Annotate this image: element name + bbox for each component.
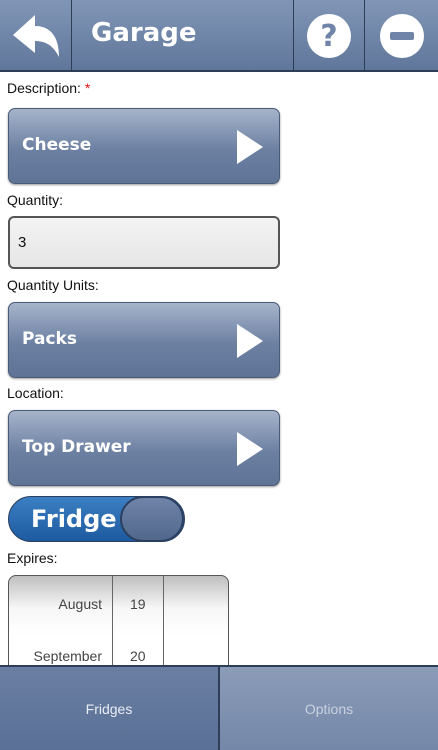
day-option[interactable]: 20: [130, 648, 146, 664]
help-button[interactable]: ?: [293, 0, 365, 72]
quantity-input[interactable]: 3: [8, 216, 280, 269]
fridge-toggle-label: Fridge: [31, 505, 117, 533]
minus-icon: [380, 14, 424, 58]
remove-button[interactable]: [366, 0, 438, 72]
quantity-units-label: Quantity Units:: [7, 277, 99, 293]
quantity-label: Quantity:: [7, 192, 64, 208]
month-option[interactable]: August: [58, 596, 102, 612]
back-button[interactable]: [0, 0, 72, 72]
location-value: Top Drawer: [22, 437, 131, 457]
description-label: Description: *: [7, 80, 90, 96]
back-arrow-icon: [12, 15, 59, 57]
toggle-knob[interactable]: [120, 497, 184, 541]
svg-text:?: ?: [320, 19, 337, 54]
month-option[interactable]: September: [34, 648, 102, 664]
tab-bar: Fridges Options: [0, 665, 438, 750]
location-label: Location:: [7, 385, 64, 401]
page-title: Garage: [91, 18, 197, 48]
quantity-units-selector[interactable]: Packs: [8, 302, 280, 378]
required-marker: *: [84, 80, 91, 96]
day-option[interactable]: 19: [130, 596, 146, 612]
location-selector[interactable]: Top Drawer: [8, 410, 280, 486]
chevron-right-icon: [237, 324, 263, 358]
quantity-units-value: Packs: [22, 329, 77, 349]
chevron-right-icon: [237, 432, 263, 466]
header-bar: Garage ?: [0, 0, 438, 72]
expires-label: Expires:: [7, 550, 58, 566]
tab-options[interactable]: Options: [220, 667, 438, 750]
help-icon: ?: [307, 14, 351, 58]
fridge-toggle[interactable]: Fridge: [8, 496, 185, 542]
description-value: Cheese: [22, 135, 92, 155]
chevron-right-icon: [237, 130, 263, 164]
tab-fridges[interactable]: Fridges: [0, 667, 220, 750]
description-selector[interactable]: Cheese: [8, 108, 280, 184]
description-label-text: Description:: [7, 80, 81, 96]
